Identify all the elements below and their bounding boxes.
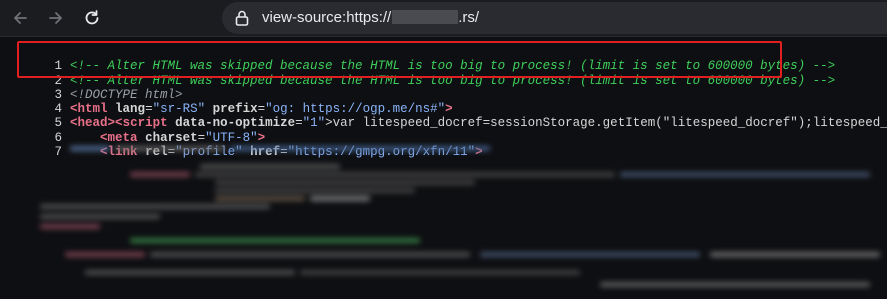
blurred-source	[0, 142, 887, 299]
arrow-right-icon	[49, 12, 62, 24]
browser-toolbar: view-source:https:// .rs/	[0, 0, 887, 37]
script-content: >var litespeed_docref=sessionStorage.get…	[325, 116, 887, 130]
attr-equals: =	[295, 116, 303, 130]
address-bar[interactable]: view-source:https:// .rs/	[222, 2, 887, 34]
back-button[interactable]	[8, 6, 32, 30]
url-text[interactable]: view-source:https:// .rs/	[262, 9, 479, 26]
url-suffix: .rs/	[458, 9, 480, 26]
source-line: 6 <meta charset="UTF-8">	[0, 116, 266, 145]
redacted-domain	[392, 10, 459, 24]
source-line: 5 <head><script data-no-optimize="1">var …	[0, 101, 887, 130]
lock-icon[interactable]	[232, 8, 252, 28]
reload-icon	[85, 10, 99, 25]
reload-button[interactable]	[80, 6, 104, 30]
source-line: 4 <html lang="sr-RS" prefix="og: https://…	[0, 87, 453, 116]
forward-button[interactable]	[44, 6, 68, 30]
url-prefix: view-source:https://	[262, 9, 392, 26]
arrow-left-icon	[14, 12, 27, 24]
attr-value: "1"	[302, 116, 326, 130]
highlight-box	[17, 41, 782, 78]
